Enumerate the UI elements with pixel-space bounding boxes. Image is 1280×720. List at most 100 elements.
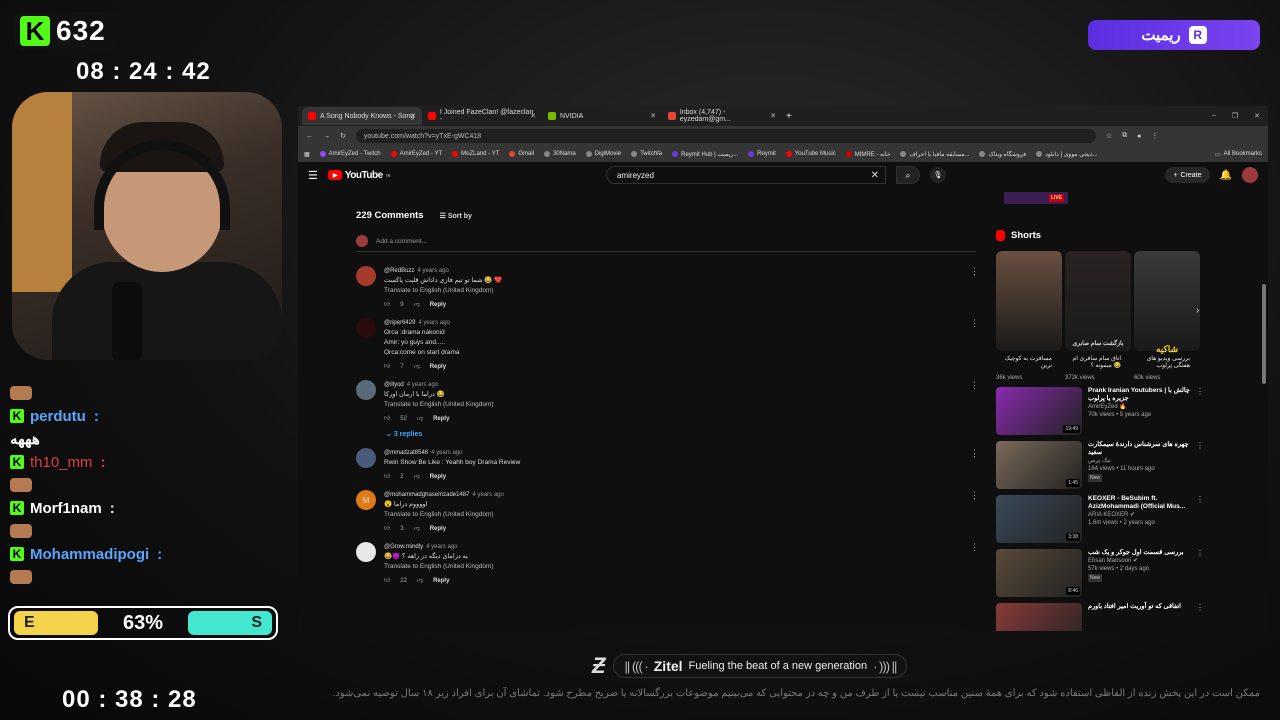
short-card[interactable]: مسافرت به کوچیک ترین 36k views	[996, 251, 1062, 381]
related-video[interactable]: 8:46 بررسی قسمت اول جوکر و یک شب Ehsan Man…	[996, 549, 1206, 597]
bookmark-item[interactable]: مسابقه مافیا با اخراف...	[900, 151, 969, 158]
bookmark-item[interactable]: YouTube Music	[785, 151, 836, 157]
like-icon[interactable]: 👍︎	[384, 576, 390, 586]
close-tab-icon[interactable]: ✕	[530, 112, 536, 120]
clear-search-icon[interactable]: ✕	[871, 170, 879, 181]
comment-time[interactable]: 4 years ago	[407, 382, 438, 388]
bookmark-item[interactable]: Reymit	[748, 151, 776, 157]
comment-author[interactable]: @mohammadghasemzade1487	[384, 492, 469, 498]
reply-button[interactable]: Reply	[433, 414, 449, 424]
back-icon[interactable]: ←	[306, 133, 313, 140]
browser-tab[interactable]: A Song Nobody Knows - Song ✕	[302, 107, 422, 125]
minimize-icon[interactable]: –	[1212, 112, 1216, 120]
bookmark-item[interactable]: فروشگاه ویتاک	[979, 151, 1026, 158]
bookmark-star-icon[interactable]: ☆	[1106, 132, 1112, 140]
bookmark-item[interactable]: DigiMovie	[585, 151, 621, 157]
comment-menu-icon[interactable]: ⋮	[970, 380, 979, 391]
video-menu-icon[interactable]: ⋮	[1196, 549, 1204, 558]
comment-menu-icon[interactable]: ⋮	[970, 448, 979, 459]
reply-button[interactable]: Reply	[430, 362, 446, 372]
like-icon[interactable]: 👍︎	[384, 362, 390, 372]
like-icon[interactable]: 👍︎	[384, 300, 390, 310]
commenter-avatar[interactable]	[356, 448, 376, 468]
dislike-icon[interactable]: 👎︎	[417, 576, 423, 586]
reload-icon[interactable]: ↻	[340, 132, 346, 140]
close-tab-icon[interactable]: ✕	[770, 112, 776, 120]
commenter-avatar[interactable]: M	[356, 490, 376, 510]
search-button[interactable]: ⌕	[896, 166, 921, 184]
short-card[interactable]: بازگشت سام صابری اتاق سام سافری ام میمونه…	[1065, 251, 1131, 381]
related-video[interactable]: اتفاقی که تو آوریت امیر افتاد باورم ⋮	[996, 603, 1206, 631]
video-menu-icon[interactable]: ⋮	[1196, 387, 1204, 396]
profile-icon[interactable]: ●	[1137, 133, 1141, 140]
close-tab-icon[interactable]: ✕	[650, 112, 656, 120]
bookmark-item[interactable]: MoZLand - YT	[452, 151, 499, 157]
comment-time[interactable]: 4 years ago	[426, 544, 457, 550]
commenter-avatar[interactable]	[356, 542, 376, 562]
hamburger-menu-icon[interactable]: ☰	[308, 169, 318, 182]
bookmark-item[interactable]: Reymit Hub | ریمیت...	[672, 151, 738, 158]
bookmark-item[interactable]: AmirEyZed - Twitch	[319, 151, 381, 157]
bookmark-item[interactable]: Gmail	[509, 151, 534, 157]
reply-button[interactable]: Reply	[430, 472, 446, 482]
translate-link[interactable]: Translate to English (United Kingdom)	[384, 286, 502, 296]
comment-menu-icon[interactable]: ⋮	[970, 490, 979, 501]
translate-link[interactable]: Translate to English (United Kingdom)	[384, 400, 494, 410]
commenter-avatar[interactable]	[356, 266, 376, 286]
video-menu-icon[interactable]: ⋮	[1196, 603, 1204, 612]
sort-button[interactable]: ☰ Sort by	[440, 212, 472, 220]
related-video[interactable]: 3:38 KEOXER - BeSubim ft. AzizMohammadi (…	[996, 495, 1206, 543]
comment-time[interactable]: 4 years ago	[417, 268, 448, 274]
shorts-next-icon[interactable]: ›	[1196, 305, 1199, 316]
like-icon[interactable]: 👍︎	[384, 414, 390, 424]
url-field[interactable]: youtube.com/watch?v=yTxE-gWC418	[355, 129, 1096, 143]
short-card[interactable]: شاکیه بررسی ویدیو های هفتگی پرلوب 60k view…	[1134, 251, 1200, 381]
maximize-icon[interactable]: ❐	[1232, 112, 1238, 120]
commenter-avatar[interactable]	[356, 380, 376, 400]
browser-tab[interactable]: I Joined FazeClan! @fazeclan - ✕	[422, 107, 542, 125]
commenter-avatar[interactable]	[356, 318, 376, 338]
dislike-icon[interactable]: 👎︎	[414, 362, 420, 372]
view-replies-button[interactable]: ⌄ 3 replies	[386, 430, 986, 438]
like-icon[interactable]: 👍︎	[384, 472, 390, 482]
bookmark-item[interactable]: MIMRE - خانه	[845, 151, 890, 158]
dislike-icon[interactable]: 👎︎	[417, 414, 423, 424]
comment-author[interactable]: @mmadzat8546	[384, 450, 428, 456]
page-scrollbar[interactable]	[1262, 284, 1266, 384]
comment-time[interactable]: 4 years ago	[472, 492, 503, 498]
create-button[interactable]: + Create	[1165, 167, 1210, 183]
new-tab-button[interactable]: +	[786, 111, 792, 122]
browser-menu-icon[interactable]: ⋮	[1151, 132, 1158, 140]
browser-tab[interactable]: NVIDIA ✕	[542, 107, 662, 125]
related-video[interactable]: 1:45 چهره های سرشناس دارندۀ سیمکارت سفید ت…	[996, 441, 1206, 489]
video-menu-icon[interactable]: ⋮	[1196, 441, 1204, 450]
live-thumbnail[interactable]: LIVE	[1004, 192, 1068, 204]
comment-menu-icon[interactable]: ⋮	[970, 318, 979, 329]
extensions-icon[interactable]: ⧉	[1122, 132, 1127, 140]
bookmark-item[interactable]: ▭ All Bookmarks	[1215, 151, 1268, 158]
comment-author[interactable]: @RedBuzz	[384, 268, 414, 274]
video-menu-icon[interactable]: ⋮	[1196, 495, 1204, 504]
related-video[interactable]: 19:49 Prank Iranian Youtubers | چالش با ج…	[996, 387, 1206, 435]
bookmark-item[interactable]: 30Nama	[544, 151, 576, 157]
dislike-icon[interactable]: 👎︎	[414, 524, 420, 534]
forward-icon[interactable]: →	[323, 133, 330, 140]
voice-search-button[interactable]: 🎙	[930, 167, 947, 183]
account-avatar[interactable]	[1242, 167, 1258, 183]
comment-menu-icon[interactable]: ⋮	[970, 266, 979, 277]
translate-link[interactable]: Translate to English (United Kingdom)	[384, 510, 504, 520]
apps-grid-icon[interactable]: ▦	[304, 151, 310, 158]
dislike-icon[interactable]: 👎︎	[414, 300, 420, 310]
close-tab-icon[interactable]: ✕	[410, 112, 416, 120]
comment-menu-icon[interactable]: ⋮	[970, 542, 979, 553]
reply-button[interactable]: Reply	[430, 300, 446, 310]
add-comment-field[interactable]: Add a comment...	[356, 235, 976, 252]
reply-button[interactable]: Reply	[430, 524, 446, 534]
dislike-icon[interactable]: 👎︎	[414, 472, 420, 482]
bookmark-item[interactable]: AmirEyZed - YT	[390, 151, 442, 157]
reply-button[interactable]: Reply	[433, 576, 449, 586]
bell-icon[interactable]: 🔔	[1220, 170, 1232, 181]
browser-tab[interactable]: Inbox (4,747) - eyzedam@gm... ✕	[662, 107, 782, 125]
like-icon[interactable]: 👍︎	[384, 524, 390, 534]
comment-author[interactable]: @illyod	[384, 382, 404, 388]
